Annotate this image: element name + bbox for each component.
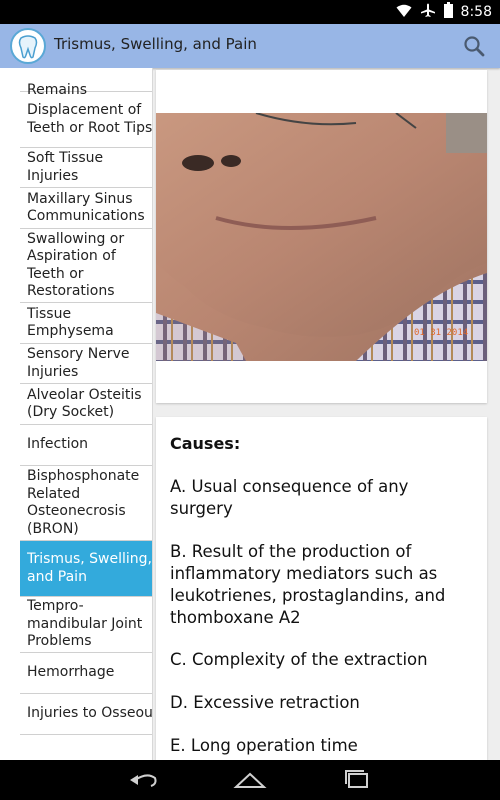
image-card: 01 31 2014 — [156, 70, 487, 403]
cause-item: D. Excessive retraction — [170, 693, 360, 712]
cause-item: C. Complexity of the extraction — [170, 650, 428, 669]
sidebar-item-dry-socket[interactable]: Alveolar Osteitis (Dry Socket) — [20, 384, 152, 425]
sidebar-item-trismus[interactable]: Trismus, Swelling, and Pain — [20, 541, 152, 597]
cause-item: A. Usual consequence of any surgery — [170, 477, 409, 518]
sidebar-item-tissue-emphysema[interactable]: Tissue Emphysema — [20, 303, 152, 344]
sidebar-item-label: Bisphosphonate Related Osteonecrosis (BR… — [27, 468, 140, 537]
sidebar-item-label: Swallowing or Aspiration of Teeth or Res… — [27, 230, 125, 300]
sidebar-item-infection[interactable]: Infection — [20, 425, 152, 466]
photo-datestamp: 01 31 2014 — [414, 328, 468, 338]
sidebar-item-label: Injuries to Osseous — [27, 705, 153, 722]
wifi-icon — [396, 3, 412, 22]
cause-item: E. Long operation time — [170, 736, 358, 755]
sidebar-item-label: Maxillary Sinus Communications — [27, 190, 145, 225]
clinical-photo[interactable]: 01 31 2014 — [156, 113, 487, 361]
back-icon[interactable] — [127, 768, 161, 792]
sidebar-item-label: Sensory Nerve Injuries — [27, 346, 130, 380]
status-icons: 8:58 — [396, 2, 492, 22]
sidebar-item-tmj[interactable]: Tempro-mandibular Joint Problems — [20, 597, 152, 653]
search-icon[interactable] — [462, 34, 486, 58]
page-title: Trismus, Swelling, and Pain — [54, 35, 257, 53]
sidebar-item-displacement[interactable]: Displacement of Teeth or Root Tips — [20, 92, 153, 148]
sidebar-item-label: Tempro-mandibular Joint Problems — [27, 598, 143, 650]
action-bar: Trismus, Swelling, and Pain — [0, 24, 500, 68]
sidebar-item-bron[interactable]: Bisphosphonate Related Osteonecrosis (BR… — [20, 466, 152, 541]
causes-card: Causes: A. Usual consequence of any surg… — [156, 417, 487, 760]
sidebar-item-label: Displacement of Teeth or Root Tips — [27, 102, 153, 136]
sidebar-item-label: Hemorrhage — [27, 664, 115, 681]
sidebar-item-swallowing[interactable]: Swallowing or Aspiration of Teeth or Res… — [20, 229, 152, 303]
sidebar-item-label: Tissue Emphysema — [27, 305, 114, 340]
cause-item: B. Result of the production of inflammat… — [170, 542, 446, 627]
battery-icon — [443, 2, 453, 22]
sidebar-item-label: Alveolar Osteitis (Dry Socket) — [27, 386, 142, 421]
sidebar: Remains Displacement of Teeth or Root Ti… — [0, 68, 153, 760]
sidebar-item-osseous[interactable]: Injuries to Osseous — [20, 694, 153, 735]
sidebar-item-remains[interactable]: Remains — [20, 68, 152, 98]
tooth-logo-icon[interactable] — [10, 28, 46, 64]
recents-icon[interactable] — [340, 768, 374, 792]
sidebar-item-hemorrhage[interactable]: Hemorrhage — [20, 653, 152, 694]
sidebar-item-sensory-nerve[interactable]: Sensory Nerve Injuries — [20, 344, 152, 384]
home-icon[interactable] — [233, 768, 267, 792]
airplane-icon — [420, 2, 436, 22]
status-bar: 8:58 — [0, 0, 500, 24]
sidebar-item-soft-tissue[interactable]: Soft Tissue Injuries — [20, 148, 152, 188]
sidebar-item-label: Soft Tissue Injuries — [27, 150, 104, 184]
sidebar-item-label: Infection — [27, 436, 89, 453]
sidebar-item-maxillary-sinus[interactable]: Maxillary Sinus Communications — [20, 188, 152, 229]
status-time: 8:58 — [460, 4, 492, 20]
navigation-bar — [0, 760, 500, 800]
sidebar-item-label: Trismus, Swelling, and Pain — [27, 551, 152, 585]
causes-heading: Causes: — [170, 434, 241, 453]
